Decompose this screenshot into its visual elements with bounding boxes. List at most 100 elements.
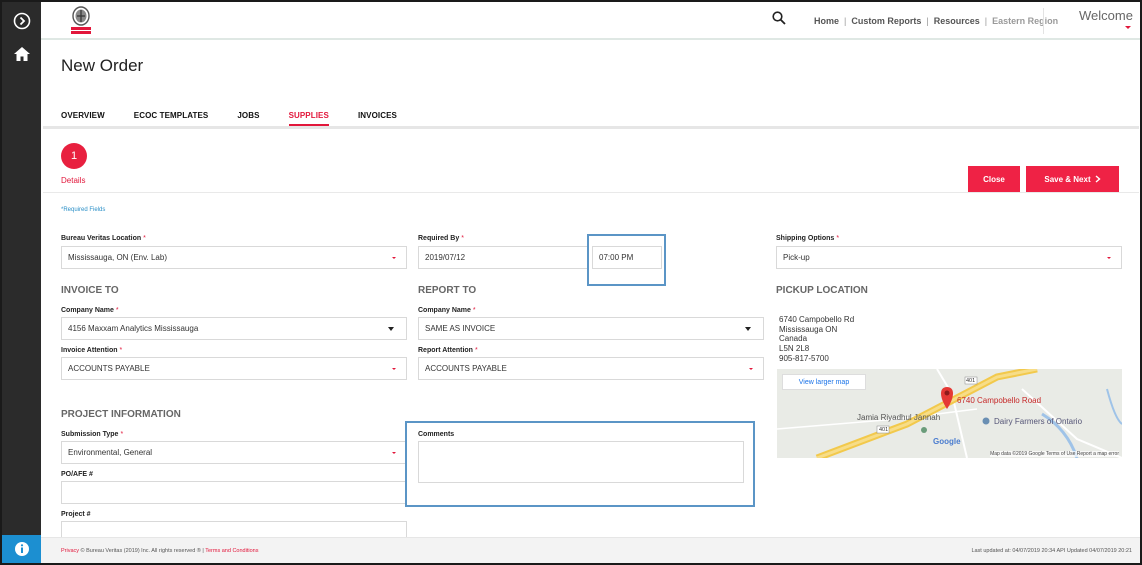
pickup-address-line: 905-817-5700 [779,353,829,363]
tab-overview[interactable]: OVERVIEW [61,111,105,120]
bv-location-label: Bureau Veritas Location * [61,235,146,242]
page-title: New Order [61,56,144,75]
tab-ecoc-templates[interactable]: ECOC TEMPLATES [134,111,209,120]
shipping-options-select[interactable]: Pick-up [776,246,1122,269]
chevron-down-icon [392,452,396,454]
map-road-label: 401 [879,427,889,433]
chevron-down-icon [745,327,751,331]
search-icon[interactable] [772,11,786,30]
nav-custom-reports[interactable]: Custom Reports [851,16,921,26]
footer-legal: Privacy © Bureau Veritas (2019) Inc. All… [61,548,258,554]
report-company-value: SAME AS INVOICE [425,324,496,333]
report-attention-label: Report Attention * [418,347,478,354]
invoice-to-heading: INVOICE TO [61,285,119,296]
chevron-down-icon [749,368,753,370]
chevron-right-circle-icon [13,12,30,30]
invoice-attention-select[interactable]: ACCOUNTS PAYABLE [61,357,407,380]
shipping-options-value: Pick-up [783,253,810,262]
comments-highlight-box [405,421,755,507]
submission-type-label: Submission Type * [61,431,124,438]
tab-invoices[interactable]: INVOICES [358,111,397,120]
app-window: Home | Custom Reports | Resources | East… [0,0,1142,565]
welcome-menu[interactable]: Welcome [1079,8,1133,23]
invoice-attention-label: Invoice Attention * [61,347,123,354]
nav-home[interactable]: Home [814,16,839,26]
top-nav: Home | Custom Reports | Resources | East… [814,16,1058,26]
invoice-company-label: Company Name * [61,307,119,314]
chevron-down-icon [392,257,396,259]
nav-separator: | [984,16,988,26]
project-information-heading: PROJECT INFORMATION [61,409,181,420]
po-afe-label: PO/AFE # [61,471,93,478]
chevron-down-icon[interactable] [1125,26,1131,29]
required-by-date-value: 2019/07/12 [425,253,466,262]
pickup-address-line: Canada [779,334,808,344]
chevron-down-icon [392,368,396,370]
pickup-address-line: L5N 2L8 [779,344,810,354]
view-larger-map-link[interactable]: View larger map [782,374,866,390]
info-button[interactable] [2,535,41,563]
required-by-label: Required By * [418,235,464,242]
invoice-attention-value: ACCOUNTS PAYABLE [68,364,150,373]
tab-jobs[interactable]: JOBS [237,111,259,120]
nav-resources[interactable]: Resources [934,16,980,26]
expand-menu-button[interactable] [2,6,41,36]
tab-bar: OVERVIEW ECOC TEMPLATES JOBS SUPPLIES IN… [61,111,397,126]
save-next-button[interactable]: Save & Next [1026,166,1119,192]
report-attention-value: ACCOUNTS PAYABLE [425,364,507,373]
step-indicator[interactable]: 1 [61,143,87,169]
time-highlight-box [587,234,666,286]
terms-link[interactable]: Terms and Conditions [205,548,258,554]
chevron-down-icon [388,327,394,331]
map-poi-label: Jamia Riyadhul Jannah [857,413,941,422]
privacy-link[interactable]: Privacy [61,548,79,554]
invoice-company-value: 4156 Maxxam Analytics Mississauga [68,324,199,333]
home-icon [13,47,30,61]
save-next-label: Save & Next [1044,174,1091,184]
bv-location-value: Mississauga, ON (Env. Lab) [68,253,167,262]
tab-divider [43,126,1139,129]
header-divider [1043,8,1044,34]
step-divider [43,192,1139,193]
invoice-company-select[interactable]: 4156 Maxxam Analytics Mississauga [61,317,407,340]
tab-supplies[interactable]: SUPPLIES [288,111,330,126]
submission-type-value: Environmental, General [68,448,153,457]
report-company-select[interactable]: SAME AS INVOICE [418,317,764,340]
pickup-address: 6740 Campobello Rd Mississauga ON Canada… [779,315,854,364]
google-logo: Google [933,437,961,446]
required-fields-note: *Required Fields [61,207,106,213]
report-to-heading: REPORT TO [418,285,477,296]
report-attention-select[interactable]: ACCOUNTS PAYABLE [418,357,764,380]
map-poi-label: Dairy Farmers of Ontario [994,417,1083,426]
map-attribution[interactable]: Map data ©2019 Google Terms of Use Repor… [990,451,1119,457]
page-footer: Privacy © Bureau Veritas (2019) Inc. All… [41,537,1140,563]
nav-separator: | [926,16,929,26]
top-header: Home | Custom Reports | Resources | East… [41,2,1140,40]
nav-region[interactable]: Eastern Region [992,16,1058,26]
close-button[interactable]: Close [968,166,1020,192]
bureau-veritas-logo[interactable] [69,6,93,37]
nav-separator: | [844,16,847,26]
pickup-map[interactable]: View larger map 401 401 6740 Campobello … [777,369,1122,458]
copyright-text: © Bureau Veritas (2019) Inc. All rights … [79,548,206,554]
pickup-address-line: 6740 Campobello Rd [779,315,855,324]
last-updated-text: Last updated at: 04/07/2019 20:34 API Up… [971,548,1132,554]
map-pin-label: 6740 Campobello Road [957,396,1042,405]
project-number-label: Project # [61,511,91,518]
project-number-input[interactable] [61,521,407,537]
home-button[interactable] [2,40,41,68]
step-label[interactable]: Details [61,176,85,185]
chevron-down-icon [1107,257,1111,259]
left-rail [2,2,41,563]
report-company-label: Company Name * [418,307,476,314]
chevron-right-icon [1095,175,1101,183]
submission-type-select[interactable]: Environmental, General [61,441,407,464]
shipping-options-label: Shipping Options * [776,235,840,242]
required-by-date-input[interactable]: 2019/07/12 [418,246,589,269]
pickup-address-line: Mississauga ON [779,324,838,334]
info-icon [14,542,29,556]
bv-location-select[interactable]: Mississauga, ON (Env. Lab) [61,246,407,269]
po-afe-input[interactable] [61,481,407,504]
pickup-location-heading: PICKUP LOCATION [776,285,868,296]
map-road-label: 401 [966,378,976,384]
